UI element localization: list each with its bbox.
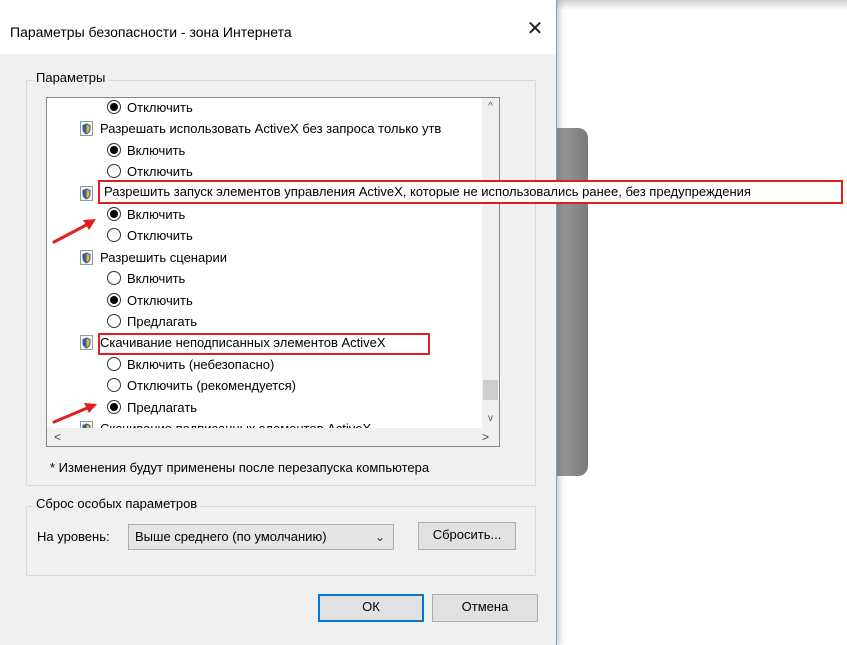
setting-item: Разрешить сценарии [80,247,227,268]
radio-label: Отключить (рекомендуется) [127,378,296,394]
radio-unchecked-icon[interactable] [107,314,121,328]
restart-note: * Изменения будут применены после переза… [50,460,430,475]
radio-label: Отключить [127,228,193,244]
radio-option[interactable]: Включить [107,140,185,161]
scroll-right-icon[interactable]: > [477,428,494,446]
level-select-value: Выше среднего (по умолчанию) [135,529,327,544]
shield-icon [80,335,100,351]
radio-unchecked-icon[interactable] [107,356,121,371]
red-arrow-icon [52,403,97,424]
scroll-down-icon[interactable]: v [482,410,499,427]
radio-option[interactable]: Предлагать [107,397,197,418]
radio-label: Предлагать [127,314,198,329]
radio-label: Включить [127,207,186,222]
radio-option[interactable]: Отключить [107,290,193,311]
radio-option[interactable]: Включить [107,204,185,225]
red-arrow-icon [52,219,96,244]
radio-label: Включить [127,271,186,287]
chevron-down-icon: ⌄ [374,530,385,544]
settings-list[interactable]: Отключить Разрешать использовать ActiveX … [46,97,500,447]
radio-checked-icon[interactable] [107,100,121,114]
vertical-scrollbar[interactable]: ^ v [482,98,499,428]
shield-icon [80,249,100,265]
radio-label: Предлагать [127,399,198,415]
background-edge [555,0,847,10]
setting-item: Разрешать использовать ActiveX без запро… [80,118,441,139]
radio-checked-icon[interactable] [107,142,121,157]
radio-option[interactable]: Включить [107,268,185,289]
radio-label: Отключить [127,164,193,180]
radio-checked-icon[interactable] [107,292,121,307]
params-legend: Параметры [33,70,109,85]
cancel-button[interactable]: Отмена [432,594,538,622]
dialog-title: Параметры безопасности - зона Интернета [10,24,292,40]
radio-checked-icon[interactable] [107,207,121,221]
radio-unchecked-icon[interactable] [107,271,121,286]
level-label: На уровень: [37,529,110,544]
reset-button[interactable]: Сбросить... [418,522,516,550]
radio-label: Отключить [127,292,193,308]
scroll-left-icon[interactable]: < [49,428,66,446]
shield-icon [80,185,100,201]
reset-legend: Сброс особых параметров [33,496,201,511]
close-icon[interactable]: ✕ [520,14,550,44]
radio-label: Отключить [127,100,193,115]
highlight-box-unsigned-download [98,333,430,355]
radio-label: Включить (небезопасно) [127,356,275,372]
shield-icon [80,121,100,137]
radio-unchecked-icon[interactable] [107,228,121,243]
radio-checked-icon[interactable] [107,399,121,414]
scroll-thumb[interactable] [483,380,498,400]
level-select[interactable]: Выше среднего (по умолчанию) ⌄ [128,524,394,550]
ok-button[interactable]: ОК [318,594,424,622]
setting-label: Разрешить сценарии [100,249,227,265]
radio-unchecked-icon[interactable] [107,378,121,393]
scroll-up-icon[interactable]: ^ [482,98,499,115]
highlight-text-activex-run: Разрешить запуск элементов управления Ac… [104,184,751,199]
radio-option[interactable]: Отключить [107,98,193,118]
setting-label: Разрешать использовать ActiveX без запро… [100,121,442,137]
security-settings-dialog: Параметры безопасности - зона Интернета … [0,0,557,645]
title-bar: Параметры безопасности - зона Интернета … [0,0,556,54]
radio-option[interactable]: Отключить (рекомендуется) [107,375,296,396]
radio-unchecked-icon[interactable] [107,164,121,179]
radio-label: Включить [127,142,186,158]
radio-option[interactable]: Отключить [107,225,193,246]
radio-option[interactable]: Предлагать [107,311,197,332]
radio-option[interactable]: Включить (небезопасно) [107,354,274,375]
horizontal-scrollbar[interactable]: < > [47,428,499,446]
